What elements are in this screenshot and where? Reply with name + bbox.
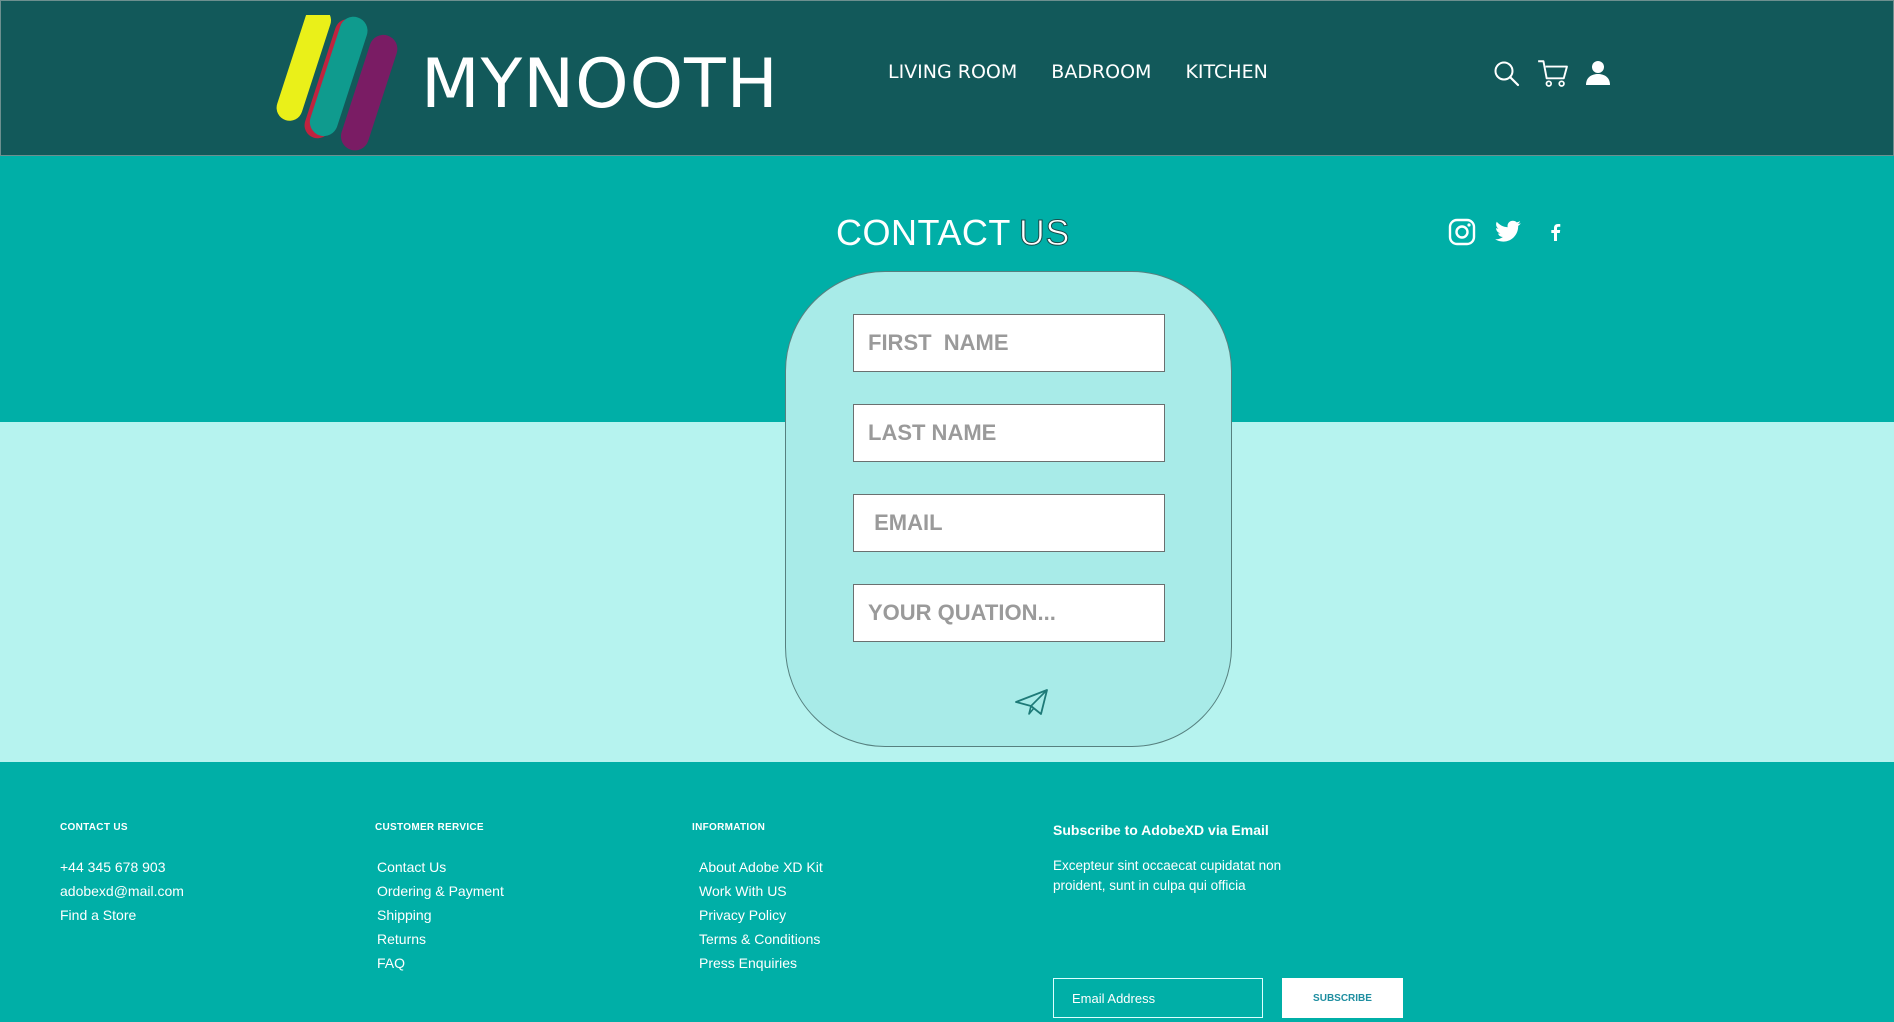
footer-link-contact-us[interactable]: Contact Us: [377, 855, 504, 879]
brand-logo-icon[interactable]: [271, 15, 421, 151]
title-us: US: [1018, 212, 1070, 254]
social-links: [1448, 218, 1566, 246]
nav-kitchen[interactable]: KITCHEN: [1185, 61, 1267, 83]
footer-information-column: INFORMATION About Adobe XD Kit Work With…: [692, 822, 823, 975]
footer-email[interactable]: adobexd@mail.com: [60, 879, 184, 903]
first-name-input[interactable]: [853, 314, 1165, 372]
footer-link-shipping[interactable]: Shipping: [377, 903, 504, 927]
footer-customer-service-column: CUSTOMER RERVICE Contact Us Ordering & P…: [375, 822, 504, 975]
footer-customer-service-heading: CUSTOMER RERVICE: [375, 822, 484, 833]
footer-link-ordering[interactable]: Ordering & Payment: [377, 879, 504, 903]
footer-link-faq[interactable]: FAQ: [377, 951, 504, 975]
contact-form-card: [785, 271, 1232, 747]
footer-contact-column: CONTACT US +44 345 678 903 adobexd@mail.…: [60, 822, 184, 927]
facebook-icon[interactable]: [1546, 221, 1566, 243]
footer-link-returns[interactable]: Returns: [377, 927, 504, 951]
search-icon[interactable]: [1491, 58, 1521, 88]
subscribe-title: Subscribe to AdobeXD via Email: [1053, 822, 1269, 838]
footer-find-store[interactable]: Find a Store: [60, 903, 184, 927]
title-contact: CONTACT: [836, 212, 1011, 253]
question-input[interactable]: [853, 584, 1165, 642]
footer-link-about[interactable]: About Adobe XD Kit: [699, 855, 823, 879]
twitter-icon[interactable]: [1494, 220, 1522, 244]
footer-phone[interactable]: +44 345 678 903: [60, 855, 184, 879]
last-name-input[interactable]: [853, 404, 1165, 462]
site-header: MYNOOTH LIVING ROOM BADROOM KITCHEN: [0, 0, 1894, 156]
site-footer: CONTACT US +44 345 678 903 adobexd@mail.…: [0, 762, 1894, 1022]
header-actions: [1491, 57, 1613, 89]
footer-link-press[interactable]: Press Enquiries: [699, 951, 823, 975]
footer-link-terms[interactable]: Terms & Conditions: [699, 927, 823, 951]
main-nav: LIVING ROOM BADROOM KITCHEN: [888, 61, 1268, 83]
paper-plane-icon[interactable]: [1014, 687, 1050, 717]
email-input[interactable]: [853, 494, 1165, 552]
subscribe-button[interactable]: SUBSCRIBE: [1282, 978, 1403, 1018]
cart-icon[interactable]: [1535, 57, 1569, 89]
footer-information-heading: INFORMATION: [692, 822, 766, 833]
page-title: CONTACT US: [836, 212, 1070, 254]
subscribe-email-input[interactable]: [1053, 978, 1263, 1018]
footer-link-privacy[interactable]: Privacy Policy: [699, 903, 823, 927]
footer-link-work-with-us[interactable]: Work With US: [699, 879, 823, 903]
subscribe-description: Excepteur sint occaecat cupidatat non pr…: [1053, 858, 1282, 893]
nav-bedroom[interactable]: BADROOM: [1051, 61, 1151, 83]
brand-name[interactable]: MYNOOTH: [421, 45, 779, 124]
instagram-icon[interactable]: [1448, 218, 1476, 246]
footer-subscribe-column: Subscribe to AdobeXD via Email Excepteur…: [1053, 822, 1413, 1022]
user-icon[interactable]: [1583, 58, 1613, 88]
nav-living-room[interactable]: LIVING ROOM: [888, 61, 1017, 83]
footer-contact-heading: CONTACT US: [60, 822, 128, 833]
